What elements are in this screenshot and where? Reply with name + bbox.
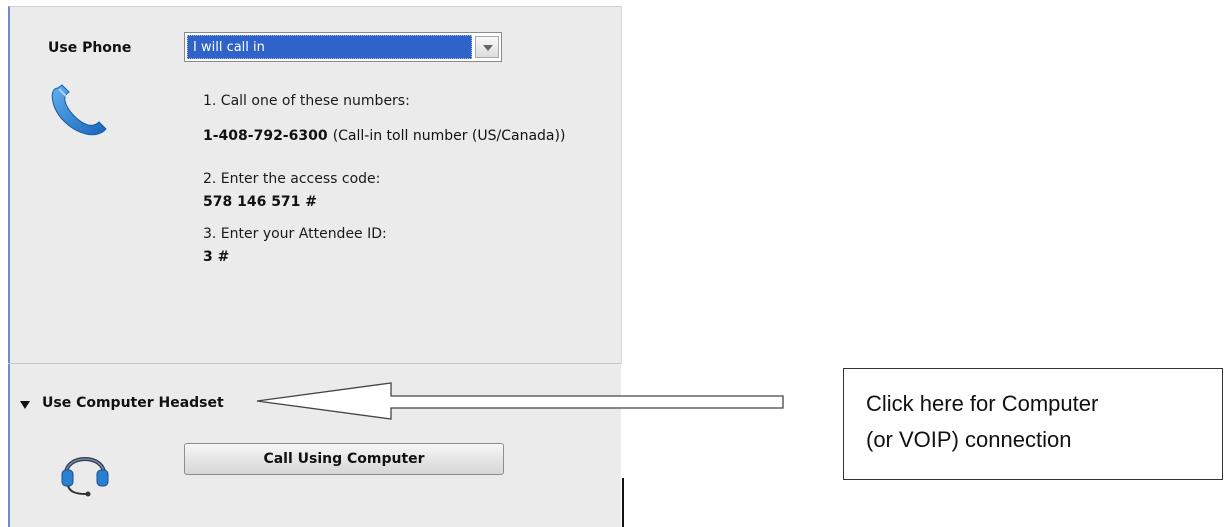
phone-icon <box>51 84 107 136</box>
step-1-text: 1. Call one of these numbers: <box>203 93 410 109</box>
use-phone-label: Use Phone <box>48 40 132 56</box>
attendee-id: 3 # <box>203 249 230 265</box>
chevron-down-icon[interactable] <box>475 36 499 58</box>
annotation-line-2: (or VOIP) connection <box>866 427 1072 452</box>
call-option-select[interactable]: I will call in <box>184 32 502 62</box>
call-in-number: 1-408-792-6300 <box>203 128 328 144</box>
call-using-computer-button[interactable]: Call Using Computer <box>184 443 504 475</box>
use-computer-headset-toggle[interactable]: Use Computer Headset <box>42 395 224 411</box>
text-cursor <box>622 478 624 527</box>
headset-icon <box>61 457 109 497</box>
expand-triangle-icon[interactable] <box>20 401 30 409</box>
annotation-callout: Click here for Computer (or VOIP) connec… <box>843 368 1223 480</box>
call-in-number-description: (Call-in toll number (US/Canada)) <box>332 128 566 144</box>
annotation-arrow <box>256 382 784 420</box>
step-2-text: 2. Enter the access code: <box>203 171 381 187</box>
annotation-line-1: Click here for Computer <box>866 391 1099 416</box>
step-3-text: 3. Enter your Attendee ID: <box>203 226 387 242</box>
panel-edge <box>621 6 622 364</box>
call-in-number-row: 1-408-792-6300 (Call-in toll number (US/… <box>203 125 565 144</box>
access-code: 578 146 571 # <box>203 194 318 210</box>
section-divider <box>8 363 621 364</box>
call-option-selected-value[interactable]: I will call in <box>187 35 472 59</box>
